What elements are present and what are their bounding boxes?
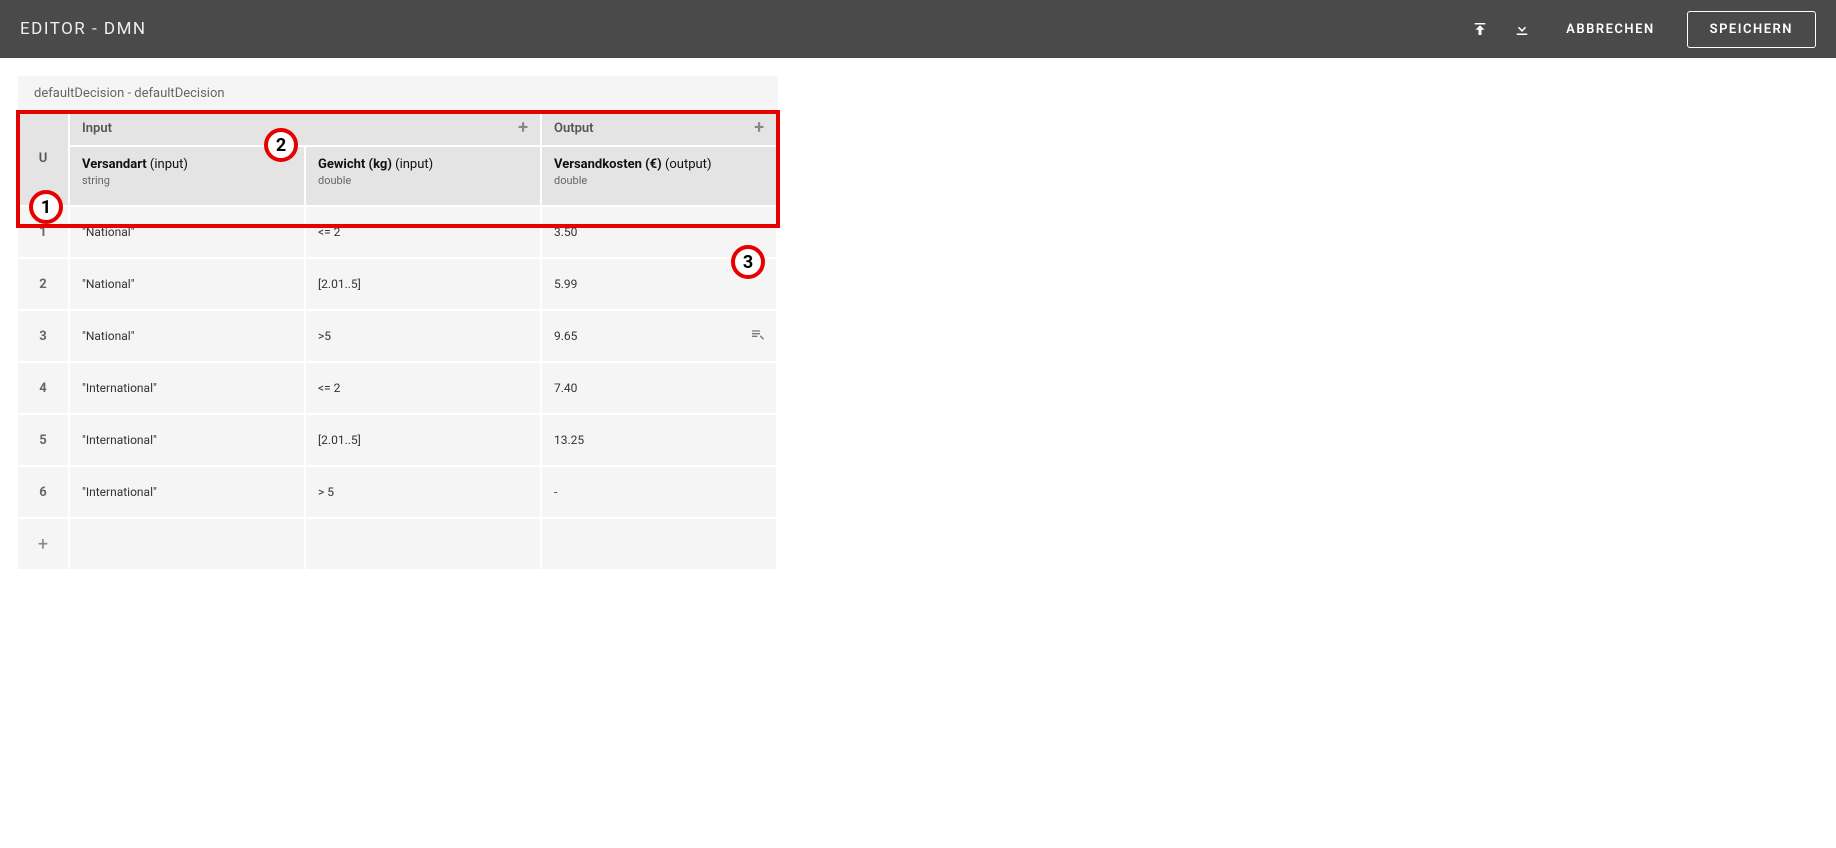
input-section-label: Input	[82, 121, 112, 136]
cell[interactable]: > 5	[306, 467, 542, 519]
cell[interactable]: "International"	[70, 363, 306, 415]
col-dtype: double	[318, 174, 528, 187]
cell[interactable]: 5.99	[542, 259, 778, 311]
column-header-versandkosten[interactable]: Versandkosten (€) (output) double	[542, 147, 778, 207]
cell[interactable]: [2.01..5]	[306, 415, 542, 467]
topbar-actions: ABBRECHEN SPEICHERN	[1468, 11, 1816, 48]
add-output-column-button[interactable]: +	[754, 119, 764, 137]
decision-table: U Input + Output + Versandart (input) st…	[18, 111, 778, 571]
empty-cell	[542, 519, 778, 571]
empty-cell	[70, 519, 306, 571]
col-dtype: double	[554, 174, 764, 187]
col-name: Gewicht (kg)	[318, 157, 392, 172]
topbar: EDITOR - DMN ABBRECHEN SPEICHERN	[0, 0, 1836, 58]
empty-cell	[306, 519, 542, 571]
cell[interactable]: 3.50	[542, 207, 778, 259]
input-section-header[interactable]: Input +	[70, 111, 542, 147]
edit-annotation-icon[interactable]	[750, 327, 766, 346]
cell[interactable]: <= 2	[306, 207, 542, 259]
output-section-header[interactable]: Output +	[542, 111, 778, 147]
add-input-column-button[interactable]: +	[518, 119, 528, 137]
col-dir: (input)	[150, 157, 188, 172]
row-number[interactable]: 2	[18, 259, 70, 311]
row-number[interactable]: 5	[18, 415, 70, 467]
hit-policy-cell[interactable]: U	[18, 111, 70, 207]
row-number[interactable]: 1	[18, 207, 70, 259]
cell[interactable]: -	[542, 467, 778, 519]
cancel-button[interactable]: ABBRECHEN	[1552, 14, 1669, 45]
row-number[interactable]: 4	[18, 363, 70, 415]
add-row-button[interactable]: +	[18, 519, 70, 571]
row-number[interactable]: 6	[18, 467, 70, 519]
cell[interactable]: "National"	[70, 311, 306, 363]
cell[interactable]: 13.25	[542, 415, 778, 467]
cell[interactable]: "National"	[70, 259, 306, 311]
cell-value: 9.65	[554, 329, 577, 343]
row-number[interactable]: 3	[18, 311, 70, 363]
col-name: Versandart	[82, 157, 147, 172]
cell[interactable]: <= 2	[306, 363, 542, 415]
cell[interactable]: "International"	[70, 467, 306, 519]
col-name: Versandkosten (€)	[554, 157, 662, 172]
col-dir: (output)	[665, 157, 712, 172]
download-icon[interactable]	[1510, 17, 1534, 41]
decision-breadcrumb[interactable]: defaultDecision - defaultDecision	[18, 76, 778, 111]
decision-panel: defaultDecision - defaultDecision U Inpu…	[18, 76, 778, 571]
col-dir: (input)	[395, 157, 433, 172]
cell[interactable]: >5	[306, 311, 542, 363]
column-header-versandart[interactable]: Versandart (input) string	[70, 147, 306, 207]
output-section-label: Output	[554, 121, 594, 136]
cell[interactable]: 9.65	[542, 311, 778, 363]
cell[interactable]: "National"	[70, 207, 306, 259]
save-button[interactable]: SPEICHERN	[1687, 11, 1816, 48]
cell[interactable]: [2.01..5]	[306, 259, 542, 311]
upload-icon[interactable]	[1468, 17, 1492, 41]
cell[interactable]: 7.40	[542, 363, 778, 415]
col-dtype: string	[82, 174, 292, 187]
cell[interactable]: "International"	[70, 415, 306, 467]
page-title: EDITOR - DMN	[20, 19, 1468, 39]
column-header-gewicht[interactable]: Gewicht (kg) (input) double	[306, 147, 542, 207]
